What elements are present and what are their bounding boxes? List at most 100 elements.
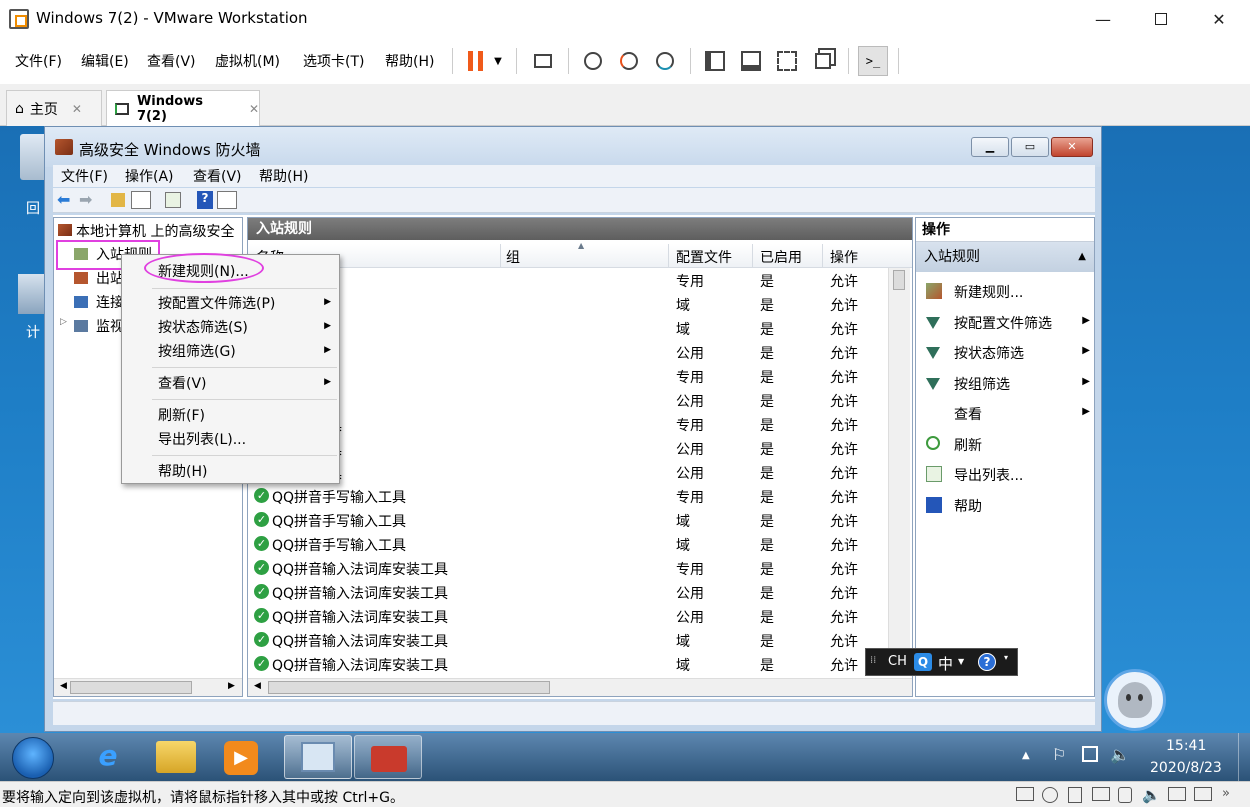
snapshot-manager-icon[interactable]	[650, 46, 680, 76]
ctx-view[interactable]: 查看(V)	[158, 373, 207, 393]
menu-help[interactable]: 帮助(H)	[385, 51, 434, 71]
clock-date[interactable]: 2020/8/23	[1150, 760, 1222, 776]
ctx-export[interactable]: 导出列表(L)...	[158, 429, 246, 449]
flag-icon[interactable]: ⚐	[1052, 745, 1066, 764]
table-row[interactable]: 础服务公用是允许	[248, 388, 888, 412]
expand-icon[interactable]: ▷	[60, 317, 67, 327]
network-icon[interactable]	[1082, 746, 1098, 762]
action-item[interactable]: 按组筛选 ▶	[922, 368, 1094, 398]
close-button[interactable]: ✕	[1051, 137, 1093, 157]
fullscreen-icon[interactable]	[772, 46, 802, 76]
tab-home[interactable]: ⌂ 主页 ✕	[6, 90, 102, 126]
export-icon[interactable]	[165, 192, 181, 208]
chevron-right-icon[interactable]: »	[1222, 786, 1230, 801]
tab-vm[interactable]: Windows 7(2) ✕	[106, 90, 260, 126]
action-item[interactable]: 新建规则...	[922, 276, 1094, 306]
minimize-button[interactable]: ▁	[971, 137, 1009, 157]
table-row[interactable]: 写输入工具公用是允许	[248, 460, 888, 484]
usb-icon[interactable]	[1118, 787, 1132, 803]
drag-handle-icon[interactable]: ⁞⁞	[870, 655, 876, 666]
action-item[interactable]: 帮助	[922, 490, 1094, 520]
tree-root[interactable]: 本地计算机 上的高级安全	[76, 221, 234, 241]
table-row[interactable]: ✓ QQ拼音手写输入工具 专用 是 允许	[248, 484, 888, 508]
ime-lang[interactable]: CH	[888, 654, 907, 669]
chevron-down-icon[interactable]: ▼	[488, 46, 508, 76]
cd-icon[interactable]	[1042, 787, 1058, 803]
column-group[interactable]: 组	[506, 247, 520, 267]
fw-menu-help[interactable]: 帮助(H)	[259, 166, 308, 186]
snapshot-icon[interactable]	[578, 46, 608, 76]
table-row[interactable]: ✓ QQ拼音输入法词库安装工具 专用 是 允许	[248, 556, 888, 580]
table-row[interactable]: 础服务专用是允许	[248, 364, 888, 388]
vertical-scrollbar[interactable]	[888, 268, 910, 676]
menu-file[interactable]: 文件(F)	[15, 51, 62, 71]
qq-pinyin-icon[interactable]: Q	[914, 653, 932, 671]
close-button[interactable]: ✕	[1196, 0, 1242, 38]
table-row[interactable]: 写输入工具专用是允许	[248, 412, 888, 436]
close-icon[interactable]: ✕	[72, 102, 82, 116]
menu-vm[interactable]: 虚拟机(M)	[215, 51, 280, 71]
action-item[interactable]: 按配置文件筛选 ▶	[922, 307, 1094, 337]
menu-edit[interactable]: 编辑(E)	[81, 51, 129, 71]
action-item[interactable]: 查看 ▶	[922, 398, 1094, 428]
sidebar-view-icon[interactable]	[700, 46, 730, 76]
qq-icon[interactable]	[1104, 669, 1166, 731]
options-icon[interactable]: ▾	[1004, 653, 1008, 662]
table-row[interactable]: 础服务域是允许	[248, 292, 888, 316]
tree-item-monitor[interactable]: 监视	[96, 316, 124, 336]
forward-icon[interactable]: ➡	[79, 190, 92, 209]
table-row[interactable]: 础服务专用是允许	[248, 268, 888, 292]
hdd-icon[interactable]	[1016, 787, 1034, 801]
action-item[interactable]: 刷新	[922, 429, 1094, 459]
horizontal-scrollbar[interactable]: ◀	[248, 678, 912, 696]
show-action-pane-icon[interactable]	[217, 191, 237, 209]
table-row[interactable]: 础服务域是允许	[248, 316, 888, 340]
table-row[interactable]: ✓ QQ拼音输入法词库安装工具 域 是 允许	[248, 652, 888, 676]
collapse-icon[interactable]: ▲	[1078, 242, 1086, 272]
internet-explorer-icon[interactable]: e	[86, 739, 130, 777]
column-profile[interactable]: 配置文件	[676, 247, 732, 267]
revert-snapshot-icon[interactable]	[614, 46, 644, 76]
tree-item-connection[interactable]: 连接	[96, 292, 124, 312]
table-row[interactable]: 础服务公用是允许	[248, 340, 888, 364]
table-row[interactable]: ✓ QQ拼音手写输入工具 域 是 允许	[248, 532, 888, 556]
send-keys-icon[interactable]	[528, 46, 558, 76]
ctx-filter-group[interactable]: 按组筛选(G)	[158, 341, 236, 361]
tree-item-outbound[interactable]: 出站	[96, 268, 124, 288]
explorer-folder-icon[interactable]	[156, 741, 196, 773]
taskbar-firewall-button[interactable]	[284, 735, 352, 779]
display-icon[interactable]	[1194, 787, 1212, 801]
table-row[interactable]: ✓ QQ拼音输入法词库安装工具 域 是 允许	[248, 628, 888, 652]
menu-tabs[interactable]: 选项卡(T)	[303, 51, 364, 71]
up-folder-icon[interactable]	[111, 193, 125, 207]
table-row[interactable]: ✓ QQ拼音手写输入工具 域 是 允许	[248, 508, 888, 532]
chevron-down-icon[interactable]: ▼	[958, 657, 964, 666]
help-icon[interactable]: ?	[197, 191, 213, 209]
table-row[interactable]: ✓ QQ拼音输入法词库安装工具 公用 是 允许	[248, 604, 888, 628]
terminal-icon[interactable]: >_	[858, 46, 888, 76]
sound-icon[interactable]: 🔈	[1142, 786, 1161, 804]
close-icon[interactable]: ✕	[249, 102, 259, 116]
fw-menu-view[interactable]: 查看(V)	[193, 166, 242, 186]
minimize-button[interactable]: —	[1080, 0, 1126, 38]
network-adapter-icon[interactable]	[1092, 787, 1110, 801]
menu-view[interactable]: 查看(V)	[147, 51, 196, 71]
clock-time[interactable]: 15:41	[1166, 738, 1206, 754]
ctx-refresh[interactable]: 刷新(F)	[158, 405, 205, 425]
maximize-button[interactable]	[1138, 0, 1184, 38]
floppy-icon[interactable]	[1068, 787, 1082, 803]
column-enabled[interactable]: 已启用	[760, 247, 802, 267]
volume-icon[interactable]: 🔈	[1110, 745, 1130, 764]
unity-icon[interactable]	[808, 46, 838, 76]
action-item[interactable]: 导出列表...	[922, 459, 1094, 489]
back-icon[interactable]: ⬅	[57, 190, 70, 209]
show-tree-icon[interactable]	[131, 191, 151, 209]
printer-icon[interactable]	[1168, 787, 1186, 801]
help-icon[interactable]: ?	[978, 653, 996, 671]
ctx-filter-profile[interactable]: 按配置文件筛选(P)	[158, 293, 275, 313]
start-button-icon[interactable]	[12, 737, 54, 779]
restore-button[interactable]: ▭	[1011, 137, 1049, 157]
taskbar-toolbox-button[interactable]	[354, 735, 422, 779]
ctx-help[interactable]: 帮助(H)	[158, 461, 207, 481]
show-desktop-button[interactable]	[1238, 733, 1250, 781]
